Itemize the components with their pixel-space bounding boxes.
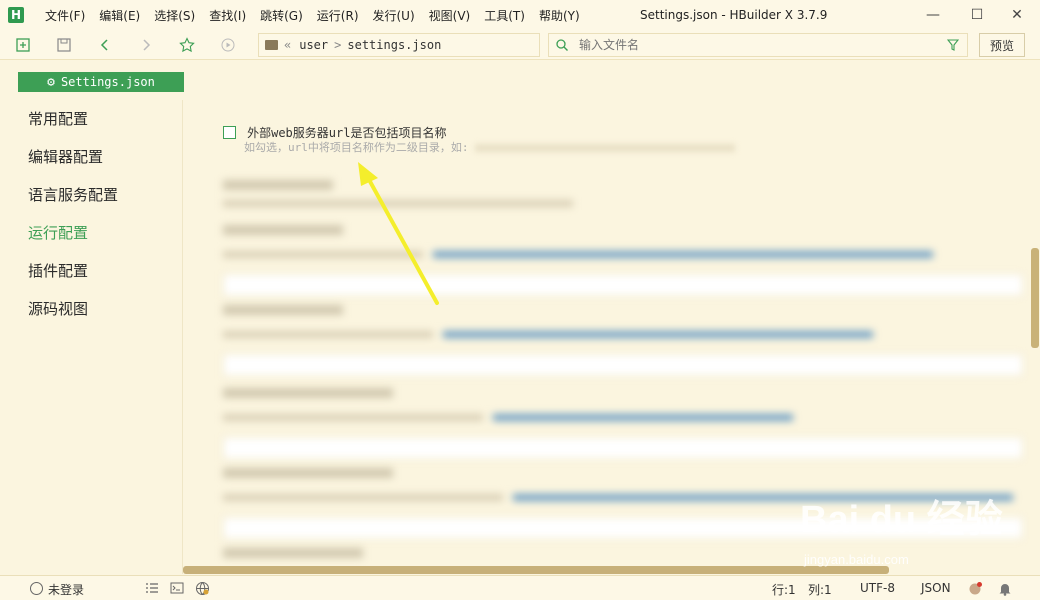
menu-file[interactable]: 文件(F): [38, 7, 92, 24]
breadcrumb-separator: >: [334, 38, 342, 52]
toolbar: « user > settings.json 预览: [0, 30, 1040, 60]
bell-icon[interactable]: [998, 581, 1012, 596]
url-project-name-checkbox[interactable]: [223, 126, 236, 139]
search-input[interactable]: [579, 38, 919, 52]
blurred-setting: [223, 305, 1023, 376]
menu-publish[interactable]: 发行(U): [366, 7, 422, 24]
cursor-column[interactable]: 列:1: [808, 581, 832, 598]
url-project-name-label: 外部web服务器url是否包括项目名称: [247, 126, 447, 140]
blurred-example: [474, 144, 735, 152]
menu-edit[interactable]: 编辑(E): [92, 7, 147, 24]
horizontal-scrollbar[interactable]: [183, 566, 889, 574]
settings-sidebar: 常用配置 编辑器配置 语言服务配置 运行配置 插件配置 源码视图: [0, 100, 182, 574]
user-icon: [30, 582, 43, 595]
sidebar-item-source-view[interactable]: 源码视图: [0, 290, 182, 328]
sidebar-item-run[interactable]: 运行配置: [0, 214, 182, 252]
sidebar-item-language-service[interactable]: 语言服务配置: [0, 176, 182, 214]
minimize-button[interactable]: —: [910, 0, 956, 30]
menu-bar: 文件(F) 编辑(E) 选择(S) 查找(I) 跳转(G) 运行(R) 发行(U…: [38, 7, 587, 24]
breadcrumb-file[interactable]: settings.json: [347, 38, 441, 52]
preview-button[interactable]: 预览: [979, 33, 1025, 57]
search-icon: [556, 39, 568, 51]
close-button[interactable]: ✕: [994, 0, 1040, 30]
menu-select[interactable]: 选择(S): [147, 7, 202, 24]
menu-run[interactable]: 运行(R): [310, 7, 366, 24]
run-icon[interactable]: [219, 36, 237, 54]
file-search: [548, 33, 968, 57]
tab-label: Settings.json: [60, 75, 155, 89]
globe-icon[interactable]: [195, 581, 210, 596]
baidu-watermark-logo: Bai du 经验: [800, 499, 1003, 541]
list-icon[interactable]: [145, 582, 159, 594]
title-bar: H 文件(F) 编辑(E) 选择(S) 查找(I) 跳转(G) 运行(R) 发行…: [0, 0, 1040, 30]
window-title: Settings.json - HBuilder X 3.7.9: [640, 8, 828, 22]
language-mode[interactable]: JSON: [921, 581, 951, 595]
url-project-name-description: 如勾选，url中将项目名称作为二级目录，如:: [244, 139, 735, 155]
update-icon[interactable]: [968, 581, 983, 596]
sidebar-item-plugins[interactable]: 插件配置: [0, 252, 182, 290]
star-icon[interactable]: [178, 36, 196, 54]
status-bar: 未登录 行:1 列:1 UTF-8 JSON: [0, 575, 1040, 600]
blurred-setting: [223, 225, 1023, 296]
sidebar-item-editor[interactable]: 编辑器配置: [0, 138, 182, 176]
app-logo-icon: H: [8, 7, 24, 23]
menu-find[interactable]: 查找(I): [202, 7, 253, 24]
tab-settings-json[interactable]: ⚙ Settings.json: [18, 72, 184, 92]
save-icon[interactable]: [55, 36, 73, 54]
breadcrumb: « user > settings.json: [258, 33, 540, 57]
baidu-watermark-url: jingyan.baidu.com: [804, 552, 909, 567]
gear-icon: ⚙: [47, 74, 55, 90]
forward-icon[interactable]: [137, 36, 155, 54]
menu-view[interactable]: 视图(V): [422, 7, 478, 24]
blurred-setting: [223, 180, 1023, 207]
menu-help[interactable]: 帮助(Y): [532, 7, 587, 24]
menu-tools[interactable]: 工具(T): [477, 7, 532, 24]
description-text: 如勾选，url中将项目名称作为二级目录，如:: [244, 141, 469, 154]
breadcrumb-user[interactable]: user: [299, 38, 328, 52]
menu-goto[interactable]: 跳转(G): [253, 7, 310, 24]
filter-icon[interactable]: [947, 39, 959, 51]
login-status[interactable]: 未登录: [48, 581, 84, 598]
encoding[interactable]: UTF-8: [860, 581, 895, 595]
new-file-icon[interactable]: [14, 36, 32, 54]
vertical-scrollbar[interactable]: [1031, 248, 1039, 348]
sidebar-item-common[interactable]: 常用配置: [0, 100, 182, 138]
terminal-icon[interactable]: [170, 582, 184, 594]
breadcrumb-prefix: «: [284, 38, 292, 52]
blurred-setting: [223, 388, 1023, 459]
folder-icon: [265, 40, 278, 50]
cursor-line[interactable]: 行:1: [772, 581, 796, 598]
back-icon[interactable]: [96, 36, 114, 54]
